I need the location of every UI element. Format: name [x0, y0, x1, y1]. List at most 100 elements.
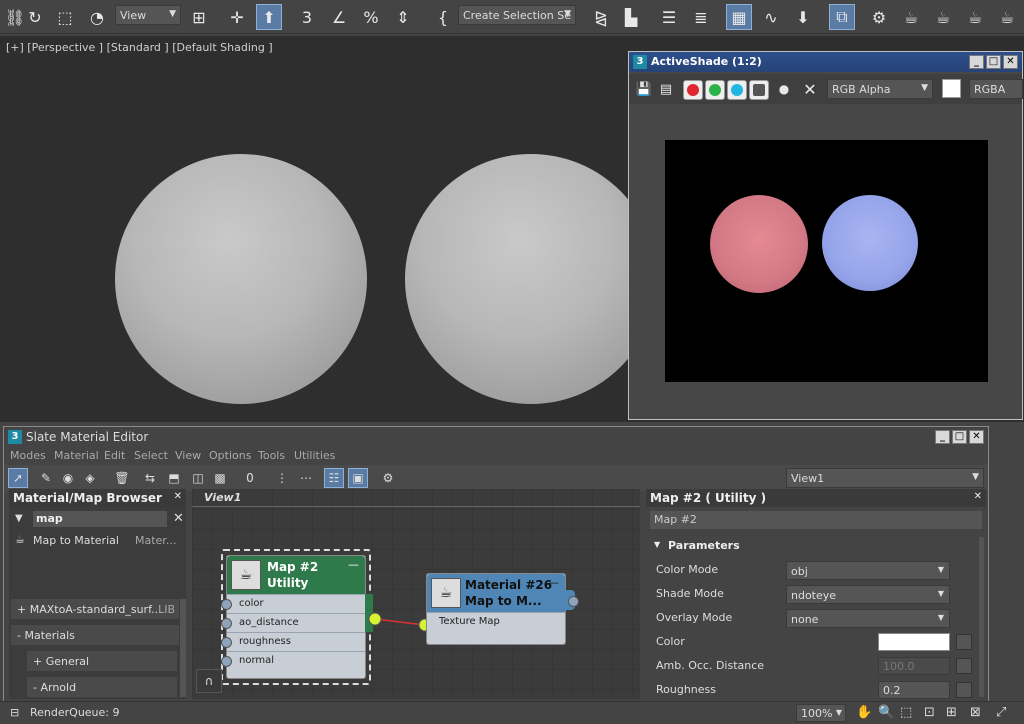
close-icon[interactable]: ✕	[974, 491, 982, 502]
maximize-viewport-icon[interactable]: ⤢	[996, 705, 1006, 720]
node-collapse-icon[interactable]: —	[548, 576, 559, 589]
zoom-dropdown[interactable]: 100% ▼	[796, 704, 846, 722]
group-arnold[interactable]: - Arnold	[27, 677, 177, 697]
ao-distance-map-button[interactable]	[956, 658, 972, 674]
layout-children-icon[interactable]: ☷	[324, 468, 344, 488]
material-map-browser-icon[interactable]: ▣	[348, 468, 368, 488]
close-button[interactable]: ✕	[1003, 55, 1018, 69]
node-map2[interactable]: ☕ Map #2 Utility — color ao_distance rou…	[221, 555, 373, 679]
pivot-icon[interactable]: ⊞	[186, 4, 212, 30]
slot-roughness[interactable]: roughness	[221, 632, 365, 651]
slot-color[interactable]: color	[221, 594, 365, 613]
material-editor-icon[interactable]: ⚙	[866, 4, 892, 30]
zoom-extents-icon[interactable]: ⊡	[924, 705, 935, 720]
select-tool-icon[interactable]: ➚	[8, 468, 28, 488]
menu-edit[interactable]: Edit	[104, 449, 125, 462]
green-channel-toggle[interactable]	[705, 80, 725, 100]
render-activeshade-icon[interactable]: ☕	[994, 4, 1020, 30]
browser-scrollbar[interactable]	[180, 599, 186, 697]
slot-ao-distance[interactable]: ao_distance	[221, 613, 365, 632]
select-region-icon[interactable]: ⬚	[52, 4, 78, 30]
library-rollout[interactable]: + MAXtoA-standard_surf... LIB	[11, 599, 179, 619]
layout-horizontal-icon[interactable]: ⋯	[296, 468, 316, 488]
menu-utilities[interactable]: Utilities	[294, 449, 335, 462]
color-mode-dropdown[interactable]: obj ▼	[786, 561, 950, 580]
zoom-extents-selected-icon[interactable]: ⊞	[946, 705, 957, 720]
align-icon[interactable]: ▙	[618, 4, 644, 30]
collapse-triangle-icon[interactable]: ▼	[15, 513, 23, 524]
eyedropper-icon[interactable]: ✎	[36, 468, 56, 488]
layer-explorer-icon[interactable]: ≣	[688, 4, 714, 30]
minimize-button[interactable]: _	[969, 55, 984, 69]
named-selection-dropdown[interactable]: Create Selection Se ▼	[458, 5, 576, 25]
curve-editor-icon[interactable]: ∿	[758, 4, 784, 30]
color-map-button[interactable]	[956, 634, 972, 650]
red-channel-toggle[interactable]	[683, 80, 703, 100]
menu-tools[interactable]: Tools	[258, 449, 285, 462]
show-end-result-icon[interactable]: 0	[240, 468, 260, 488]
close-icon[interactable]: ✕	[174, 491, 182, 502]
rendered-frame-icon[interactable]: ☕	[930, 4, 956, 30]
move-children-icon[interactable]: ⇆	[140, 468, 160, 488]
color-swatch[interactable]	[878, 633, 950, 651]
activeshade-title-bar[interactable]: 3 ActiveShade (1:2) _ □ ✕	[629, 52, 1022, 72]
tab-view1[interactable]: View1	[198, 489, 260, 507]
background-color-swatch[interactable]	[942, 79, 961, 98]
select-object-icon[interactable]: ⬆	[256, 4, 282, 30]
spinner-snap-icon[interactable]: ⇕	[390, 4, 416, 30]
menu-modes[interactable]: Modes	[10, 449, 46, 462]
ribbon-icon[interactable]: ▦	[726, 4, 752, 30]
browser-result-item[interactable]: ☕ Map to Material Mater...	[11, 531, 179, 549]
input-port[interactable]	[221, 599, 232, 610]
input-port[interactable]	[221, 637, 232, 648]
minimize-button[interactable]: _	[935, 430, 950, 444]
mirror-icon[interactable]: ⧎	[588, 4, 614, 30]
hide-unused-icon[interactable]: ⬒	[164, 468, 184, 488]
node-view[interactable]: View1 ☕ Map #2 Utility — color ao_distan…	[192, 489, 640, 699]
render-production-icon[interactable]: ☕	[962, 4, 988, 30]
schematic-view-icon[interactable]: ⧉	[829, 4, 855, 30]
clear-icon[interactable]: ✕	[797, 76, 823, 102]
group-materials[interactable]: - Materials	[11, 625, 179, 645]
layout-vertical-icon[interactable]: ⋮	[272, 468, 292, 488]
node-map2-header[interactable]: ☕ Map #2 Utility —	[227, 556, 365, 594]
node-material26[interactable]: ☕ Material #26 Map to M... — Texture Map	[426, 573, 579, 645]
reference-coord-dropdown[interactable]: View ▼	[115, 5, 181, 25]
node-material26-header[interactable]: ☕ Material #26 Map to M... —	[427, 574, 565, 612]
ao-distance-spinner[interactable]: 100.0	[878, 657, 950, 675]
parameter-editor-icon[interactable]: ⚙	[378, 468, 398, 488]
render-setup-icon[interactable]: ☕	[898, 4, 924, 30]
props-scrollbar[interactable]	[979, 537, 984, 697]
zoom-region-icon[interactable]: ⬚	[900, 705, 912, 720]
viewport-label[interactable]: [+] [Perspective ] [Standard ] [Default …	[6, 41, 273, 54]
view-selector-dropdown[interactable]: View1 ▼	[786, 468, 984, 488]
slot-normal[interactable]: normal	[221, 651, 365, 670]
delete-icon[interactable]: 🗑	[112, 468, 132, 488]
pan-to-selection-icon[interactable]: ⊠	[970, 705, 981, 720]
maximize-button[interactable]: □	[952, 430, 967, 444]
pan-icon[interactable]: ✋	[856, 705, 872, 720]
menu-material[interactable]: Material	[54, 449, 99, 462]
sphere-right[interactable]	[405, 154, 657, 404]
redo-icon[interactable]: ↻	[22, 4, 48, 30]
menu-options[interactable]: Options	[209, 449, 251, 462]
input-port[interactable]	[221, 618, 232, 629]
sphere-left[interactable]	[115, 154, 367, 404]
group-general[interactable]: + General	[27, 651, 177, 671]
copy-image-icon[interactable]: ▤	[653, 76, 679, 102]
move-icon[interactable]: ✛	[224, 4, 250, 30]
parameters-rollout[interactable]: ▼ Parameters	[650, 537, 982, 555]
select-move-icon[interactable]: ◔	[84, 4, 110, 30]
close-button[interactable]: ✕	[969, 430, 984, 444]
output-port[interactable]	[568, 596, 579, 607]
monochrome-icon[interactable]: ●	[771, 76, 797, 102]
percent-snap-icon[interactable]: %	[358, 4, 384, 30]
display-channel-field[interactable]: RGBA	[969, 79, 1023, 99]
blue-channel-toggle[interactable]	[727, 80, 747, 100]
roughness-spinner[interactable]: 0.2	[878, 681, 950, 699]
menu-view[interactable]: View	[175, 449, 201, 462]
slate-title-bar[interactable]: 3 Slate Material Editor _ □ ✕	[4, 427, 988, 447]
scene-explorer-icon[interactable]: ☰	[656, 4, 682, 30]
clear-search-icon[interactable]: ✕	[173, 511, 184, 526]
alpha-channel-toggle[interactable]	[749, 80, 769, 100]
